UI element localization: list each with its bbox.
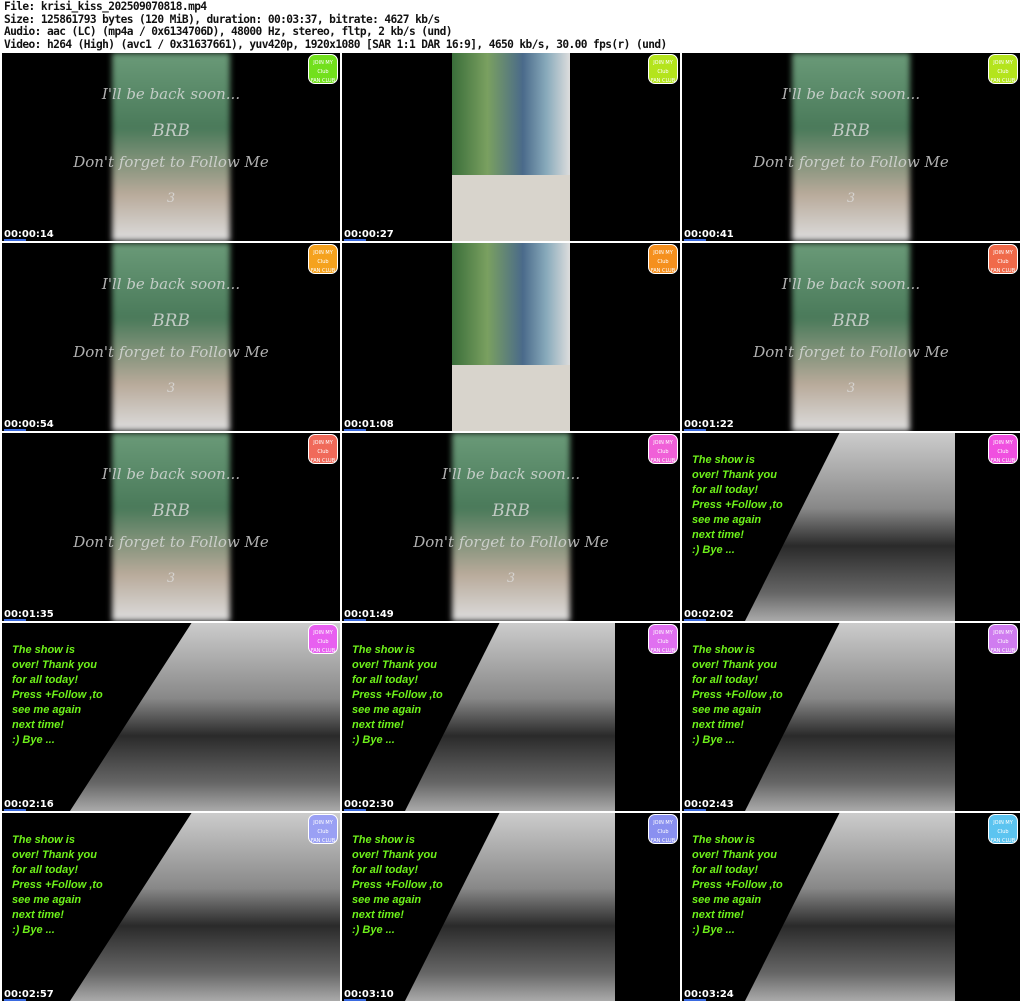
timestamp: 00:02:16 — [4, 799, 54, 810]
brb-overlay-text: 3 — [166, 191, 176, 206]
fan-club-badge: JOIN MY Club FAN CLUB — [648, 244, 678, 274]
brb-overlay-text: I'll be back soon... — [781, 275, 921, 293]
timestamp: 00:00:41 — [684, 229, 734, 240]
brb-overlay-text: Don't forget to Follow Me — [73, 343, 269, 361]
video-thumbnail[interactable]: I'll be back soon... BRB Don't forget to F… — [682, 243, 1020, 431]
end-message: The show is over! Thank you for all toda… — [692, 834, 783, 936]
end-message: The show is over! Thank you for all toda… — [352, 834, 443, 936]
brb-overlay-text: I'll be back soon... — [101, 465, 241, 483]
timestamp: 00:00:54 — [4, 419, 54, 430]
blurred-frame — [112, 53, 230, 241]
blurred-frame — [452, 433, 570, 621]
video-thumbnail[interactable]: I'll be back soon... BRB Don't forget to F… — [2, 433, 340, 621]
timestamp: 00:01:08 — [344, 419, 394, 430]
end-message: The show is over! Thank you for all toda… — [12, 644, 103, 746]
video-thumbnail[interactable]: I'll be back soon... BRB Don't forget to F… — [342, 433, 680, 621]
fan-club-badge: JOIN MY Club FAN CLUB — [308, 624, 338, 654]
fan-club-badge: JOIN MY Club FAN CLUB — [308, 814, 338, 844]
fan-club-badge: JOIN MY Club FAN CLUB — [988, 624, 1018, 654]
blurred-frame — [792, 53, 910, 241]
brb-overlay-text: BRB — [832, 311, 870, 331]
brb-overlay-text: BRB — [152, 121, 190, 141]
brb-overlay-text: 3 — [166, 571, 176, 586]
video-thumbnail[interactable]: JOIN MY Club FAN CLUB 00:00:27 — [342, 53, 680, 241]
fan-club-badge: JOIN MY Club FAN CLUB — [988, 54, 1018, 84]
end-message: The show is over! Thank you for all toda… — [352, 644, 443, 746]
audio-line: Audio: aac (LC) (mp4a / 0x6134706D), 480… — [4, 25, 452, 38]
video-thumbnail[interactable]: The show is over! Thank you for all toda… — [682, 623, 1020, 811]
brb-overlay-text: I'll be back soon... — [441, 465, 581, 483]
brb-overlay-text: BRB — [152, 311, 190, 331]
brb-overlay-text: Don't forget to Follow Me — [413, 533, 609, 551]
video-thumbnail[interactable]: The show is over! Thank you for all toda… — [342, 623, 680, 811]
fan-club-badge: JOIN MY Club FAN CLUB — [988, 814, 1018, 844]
timestamp: 00:02:57 — [4, 989, 54, 1000]
fan-club-badge: JOIN MY Club FAN CLUB — [308, 54, 338, 84]
brb-overlay-text: Don't forget to Follow Me — [73, 153, 269, 171]
blurred-frame — [112, 433, 230, 621]
scene-frame — [70, 623, 340, 811]
timestamp: 00:03:24 — [684, 989, 734, 1000]
blurred-frame — [112, 243, 230, 431]
brb-overlay-text: I'll be back soon... — [781, 85, 921, 103]
timestamp: 00:00:14 — [4, 229, 54, 240]
fan-club-badge: JOIN MY Club FAN CLUB — [648, 814, 678, 844]
fan-club-badge: JOIN MY Club FAN CLUB — [988, 434, 1018, 464]
timestamp: 00:00:27 — [344, 229, 394, 240]
blurred-frame — [792, 243, 910, 431]
scene-frame — [452, 53, 570, 241]
video-thumbnail[interactable]: The show is over! Thank you for all toda… — [682, 433, 1020, 621]
video-thumbnail[interactable]: I'll be back soon... BRB Don't forget to F… — [2, 243, 340, 431]
video-thumbnail[interactable]: The show is over! Thank you for all toda… — [682, 813, 1020, 1001]
timestamp: 00:02:30 — [344, 799, 394, 810]
timestamp: 00:01:35 — [4, 609, 54, 620]
fan-club-badge: JOIN MY Club FAN CLUB — [648, 434, 678, 464]
brb-overlay-text: 3 — [166, 381, 176, 396]
timestamp: 00:02:43 — [684, 799, 734, 810]
brb-overlay-text: BRB — [152, 501, 190, 521]
scene-frame — [70, 813, 340, 1001]
brb-overlay-text: BRB — [832, 121, 870, 141]
thumbnail-grid: I'll be back soon... BRB Don't forget to F… — [2, 53, 1022, 1003]
brb-overlay-text: I'll be back soon... — [101, 85, 241, 103]
timestamp: 00:03:10 — [344, 989, 394, 1000]
scene-frame — [452, 243, 570, 431]
brb-overlay-text: 3 — [846, 191, 856, 206]
video-line: Video: h264 (High) (avc1 / 0x31637661), … — [4, 37, 667, 51]
video-thumbnail[interactable]: I'll be back soon... BRB Don't forget to F… — [2, 53, 340, 241]
timestamp: 00:01:22 — [684, 419, 734, 430]
fan-club-badge: JOIN MY Club FAN CLUB — [988, 244, 1018, 274]
brb-overlay-text: Don't forget to Follow Me — [753, 343, 949, 361]
brb-overlay-text: I'll be back soon... — [101, 275, 241, 293]
video-thumbnail[interactable]: JOIN MY Club FAN CLUB 00:01:08 — [342, 243, 680, 431]
end-message: The show is over! Thank you for all toda… — [692, 454, 783, 556]
brb-overlay-text: Don't forget to Follow Me — [753, 153, 949, 171]
file-line: File: krisi_kiss_202509070818.mp4 — [4, 0, 207, 13]
video-thumbnail[interactable]: I'll be back soon... BRB Don't forget to F… — [682, 53, 1020, 241]
fan-club-badge: JOIN MY Club FAN CLUB — [648, 624, 678, 654]
brb-overlay-text: BRB — [492, 501, 530, 521]
video-thumbnail[interactable]: The show is over! Thank you for all toda… — [2, 623, 340, 811]
brb-overlay-text: Don't forget to Follow Me — [73, 533, 269, 551]
brb-overlay-text: 3 — [846, 381, 856, 396]
end-message: The show is over! Thank you for all toda… — [12, 834, 103, 936]
video-thumbnail[interactable]: The show is over! Thank you for all toda… — [2, 813, 340, 1001]
brb-overlay-text: 3 — [506, 571, 516, 586]
file-info-header: File: krisi_kiss_202509070818.mp4 Size: … — [4, 0, 667, 51]
fan-club-badge: JOIN MY Club FAN CLUB — [648, 54, 678, 84]
timestamp: 00:02:02 — [684, 609, 734, 620]
timestamp: 00:01:49 — [344, 609, 394, 620]
video-thumbnail[interactable]: The show is over! Thank you for all toda… — [342, 813, 680, 1001]
fan-club-badge: JOIN MY Club FAN CLUB — [308, 244, 338, 274]
end-message: The show is over! Thank you for all toda… — [692, 644, 783, 746]
fan-club-badge: JOIN MY Club FAN CLUB — [308, 434, 338, 464]
